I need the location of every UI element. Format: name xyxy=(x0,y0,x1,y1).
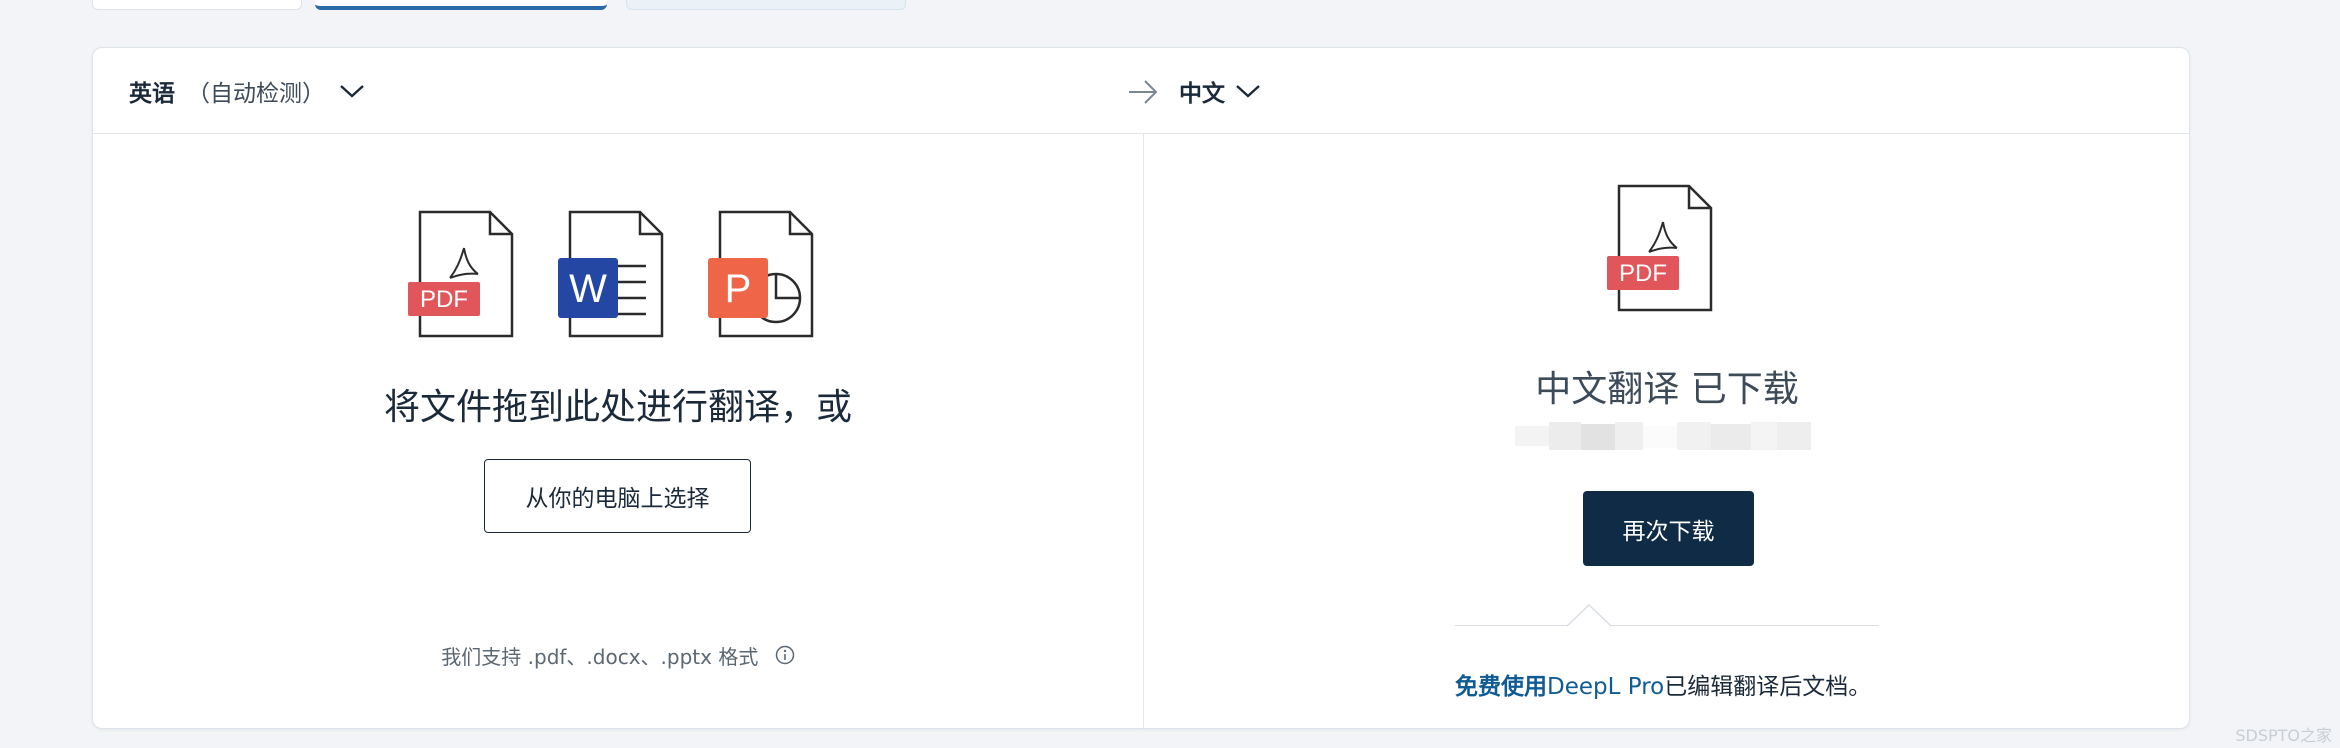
pdf-label: PDF xyxy=(420,286,468,313)
translated-pdf-icon: PDF xyxy=(1607,184,1713,312)
translator-card: 英语 （自动检测） 中文 PDF W P 将文件拖到此处进行翻译，或 从你的电脑… xyxy=(92,47,2190,730)
separator-line xyxy=(1455,625,1879,626)
language-bar: 英语 （自动检测） 中文 xyxy=(93,48,2189,134)
download-status: 中文翻译 已下载 xyxy=(1535,369,1799,410)
supported-formats: 我们支持 .pdf、.docx、.pptx 格式 xyxy=(93,641,1143,670)
separator-notch xyxy=(1567,603,1611,627)
supported-formats-text: 我们支持 .pdf、.docx、.pptx 格式 xyxy=(441,645,759,669)
deepl-pro-promo: 免费使用DeepL Pro已编辑翻译后文档。 xyxy=(1455,667,1871,701)
tab-translate-files[interactable] xyxy=(315,0,607,10)
chevron-down-icon xyxy=(340,85,364,98)
blurred-filename xyxy=(1515,422,1811,450)
deepl-pro-suffix: 已编辑翻译后文档。 xyxy=(1664,674,1872,700)
word-file-icon: W xyxy=(558,210,664,338)
powerpoint-label: P xyxy=(725,267,752,311)
deepl-pro-link[interactable]: 免费使用DeepL Pro xyxy=(1455,674,1664,700)
source-language-name: 英语 xyxy=(129,81,175,107)
powerpoint-file-icon: P xyxy=(708,210,814,338)
pdf-label: PDF xyxy=(1619,260,1667,287)
tab-translate-text[interactable] xyxy=(92,0,302,10)
download-again-button[interactable]: 再次下载 xyxy=(1583,491,1754,566)
info-icon[interactable] xyxy=(775,645,795,665)
watermark: SDSPTO之家 xyxy=(2235,726,2332,745)
select-from-computer-button[interactable]: 从你的电脑上选择 xyxy=(484,459,751,533)
target-language-name: 中文 xyxy=(1179,81,1225,107)
arrow-right-icon xyxy=(1129,80,1158,104)
source-language-selector[interactable]: 英语 （自动检测） xyxy=(129,76,365,107)
chevron-down-icon xyxy=(1236,85,1260,98)
panel-divider xyxy=(1143,134,1144,730)
source-language-detect: （自动检测） xyxy=(187,81,325,107)
pdf-file-icon: PDF xyxy=(408,210,514,338)
target-language-selector[interactable]: 中文 xyxy=(1179,76,1261,107)
word-label: W xyxy=(569,267,607,311)
tab-other[interactable] xyxy=(626,0,906,10)
drop-instruction: 将文件拖到此处进行翻译，或 xyxy=(383,387,852,428)
